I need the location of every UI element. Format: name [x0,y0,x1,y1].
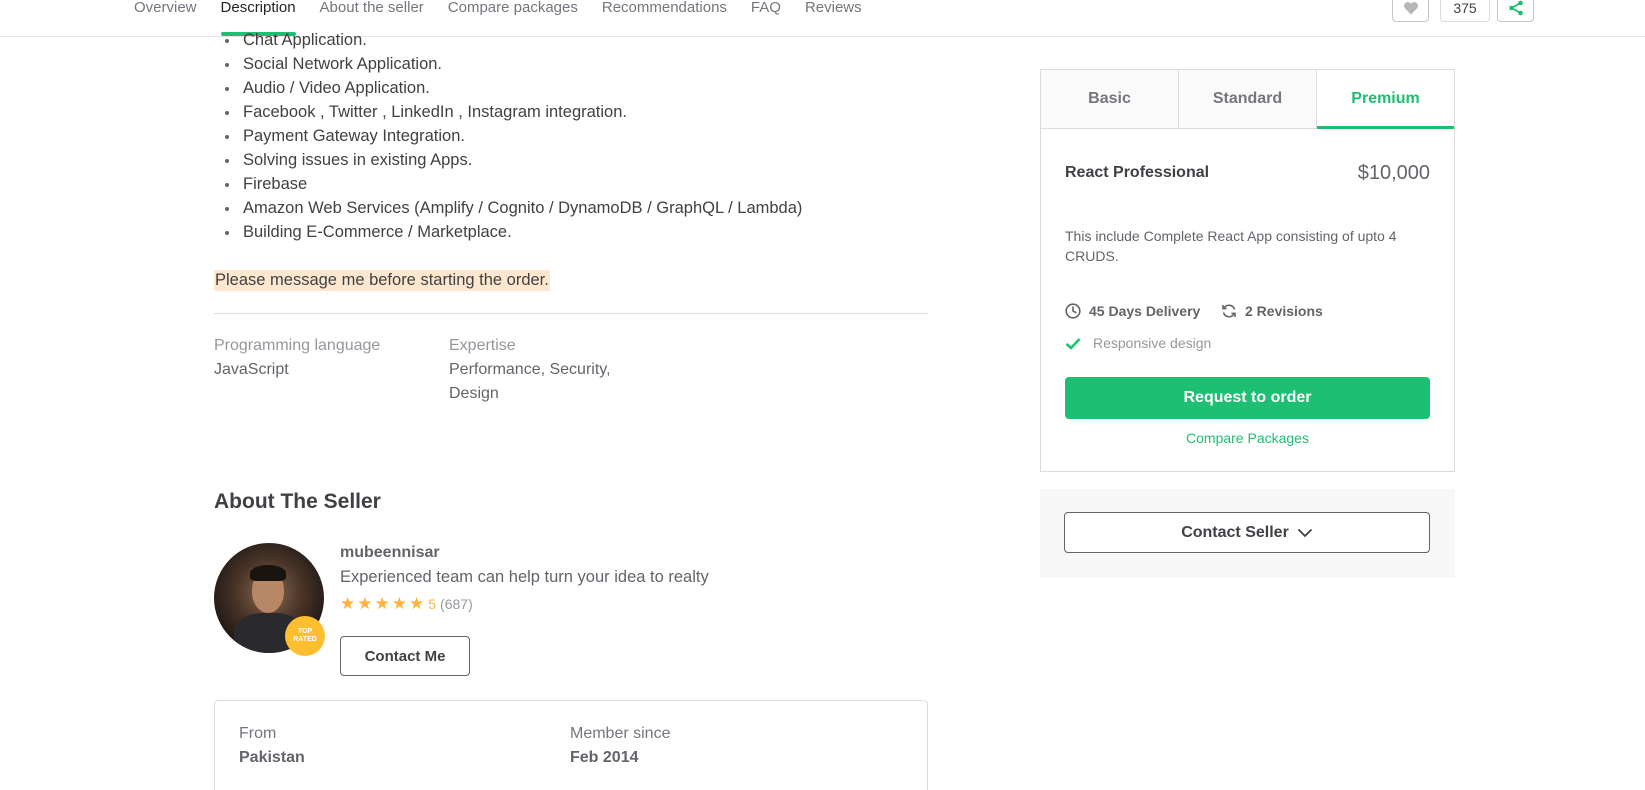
star-icon: ★ [340,594,356,613]
package-price: $10,000 [1357,162,1430,184]
rating-stars: ★ ★ ★ ★ ★ 5 (687) [340,594,473,614]
list-item: Chat Application. [214,28,802,52]
rating-count: (687) [440,596,473,612]
favorite-button[interactable] [1392,0,1429,22]
delivery-info: 45 Days Delivery [1065,303,1200,319]
list-item: Building E-Commerce / Marketplace. [214,220,802,244]
star-icon: ★ [391,594,407,613]
order-note: Please message me before starting the or… [214,270,550,291]
contact-seller-panel: Contact Seller [1040,489,1455,578]
tab-standard[interactable]: Standard [1179,70,1317,128]
expertise-label: Expertise [449,337,516,354]
package-card: Basic Standard Premium React Professiona… [1040,69,1455,472]
description-list: Chat Application. Social Network Applica… [214,28,802,244]
about-seller-title: About The Seller [214,490,381,513]
language-value: JavaScript [214,361,289,378]
list-item: Audio / Video Application. [214,76,802,100]
contact-seller-label: Contact Seller [1181,523,1289,541]
favorite-count: 375 [1440,0,1490,22]
tab-premium[interactable]: Premium [1317,70,1454,129]
expertise-value-line1: Performance, Security, [449,361,611,378]
list-item: Social Network Application. [214,52,802,76]
badge-line1: TOP [297,628,313,635]
badge-line2: RATED [293,636,317,643]
from-value: Pakistan [239,749,305,766]
member-since-label: Member since [570,725,671,742]
clock-icon [1065,303,1081,319]
package-description: This include Complete React App consisti… [1065,228,1397,264]
feature-text: Responsive design [1093,335,1212,351]
nav-reviews[interactable]: Reviews [805,0,862,36]
avatar-hair [250,565,286,581]
contact-me-button[interactable]: Contact Me [340,636,470,676]
tab-basic[interactable]: Basic [1041,70,1179,128]
chevron-down-icon [1297,528,1312,537]
check-icon [1065,337,1081,350]
contact-seller-button[interactable]: Contact Seller [1064,512,1430,553]
list-item: Solving issues in existing Apps. [214,148,802,172]
package-name: React Professional [1065,164,1210,181]
top-rated-badge: TOP RATED [285,616,325,656]
star-icon: ★ [374,594,390,613]
seller-name[interactable]: mubeennisar [340,544,440,562]
language-label: Programming language [214,337,381,354]
revisions-info: 2 Revisions [1221,303,1323,319]
request-order-button[interactable]: Request to order [1065,377,1430,419]
nav-overview[interactable]: Overview [134,0,197,36]
list-item: Amazon Web Services (Amplify / Cognito /… [214,196,802,220]
compare-packages-link[interactable]: Compare Packages [1041,430,1454,446]
seller-tagline: Experienced team can help turn your idea… [340,568,709,586]
star-icon: ★ [357,594,373,613]
divider [214,313,928,314]
member-since-value: Feb 2014 [570,749,639,766]
from-label: From [239,725,277,742]
refresh-icon [1222,304,1236,318]
list-item: Firebase [214,172,802,196]
share-button[interactable] [1497,0,1534,22]
list-item: Payment Gateway Integration. [214,124,802,148]
feature-item: Responsive design [1065,335,1211,351]
package-tabs: Basic Standard Premium [1041,70,1454,129]
seller-info-box: From Pakistan Member since Feb 2014 [214,700,928,790]
revisions-text: 2 Revisions [1245,303,1323,319]
rating-value: 5 [428,596,437,612]
star-icon: ★ [409,594,425,613]
expertise-value-line2: Design [449,385,499,402]
delivery-text: 45 Days Delivery [1089,303,1201,319]
heart-icon [1403,2,1418,15]
list-item: Facebook , Twitter , LinkedIn , Instagra… [214,100,802,124]
share-icon [1508,0,1523,16]
